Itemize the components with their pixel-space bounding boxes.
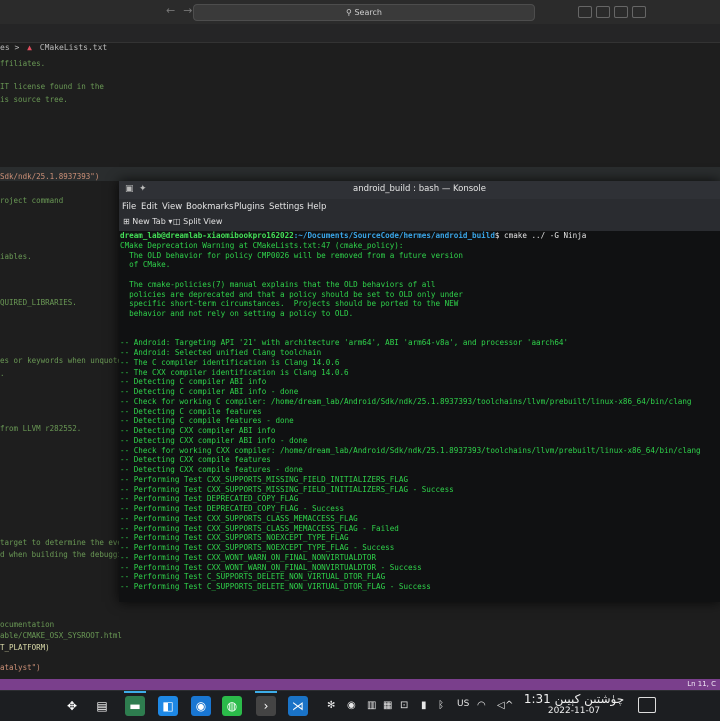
wechat-icon[interactable]: ◍ (222, 696, 242, 716)
code-line: from LLVM r282552. (0, 424, 82, 433)
menu-file[interactable]: File (122, 202, 136, 212)
volume-icon[interactable]: ◁ (497, 700, 505, 712)
code-line: roject command (0, 196, 64, 205)
terminal-line: -- Detecting CXX compiler ABI info - don… (120, 435, 308, 445)
split-view-label: Split View (183, 217, 223, 226)
code-line: ffiliates. (0, 59, 46, 68)
wifi-icon[interactable]: ◠ (477, 700, 486, 712)
code-line: . (0, 369, 5, 378)
terminal-line: -- Check for working C compiler: /home/d… (120, 396, 692, 406)
edge-icon[interactable]: ◉ (191, 696, 211, 716)
code-line: target to determine the eve (0, 538, 122, 547)
terminal-line: -- Detecting CXX compile features - done (120, 465, 303, 474)
terminal-line: -- Detecting C compile features - done (120, 416, 294, 426)
prompt-user-host: dream_lab@dreamlab-xiaomibookpro162022 (120, 231, 294, 240)
network-share-tray-icon[interactable]: ⊡ (400, 700, 408, 712)
code-line: T_PLATFORM) (0, 643, 50, 652)
task-manager-icon[interactable]: ▤ (92, 696, 112, 716)
konsole-titlebar[interactable]: ▣ ✦ android_build : bash — Konsole (119, 181, 720, 199)
terminal-line: -- Performing Test DEPRECATED_COPY_FLAG … (120, 504, 345, 513)
terminal-line: -- Performing Test CXX_SUPPORTS_MISSING_… (120, 474, 409, 484)
terminal-line: -- Performing Test CXX_WONT_WARN_ON_FINA… (120, 552, 377, 562)
new-tab-label: New Tab (132, 217, 166, 226)
terminal-line: -- Performing Test C_SUPPORTS_DELETE_NON… (120, 572, 386, 582)
window-title: android_build : bash — Konsole (353, 184, 486, 194)
menu-help[interactable]: Help (307, 202, 326, 212)
menu-plugins[interactable]: Plugins (234, 202, 264, 212)
vscode-statusbar: Ln 11, C (0, 679, 720, 690)
terminal-line: -- Check for working CXX compiler: /home… (120, 445, 701, 455)
terminal-line: -- Performing Test CXX_SUPPORTS_CLASS_ME… (120, 513, 358, 523)
terminal-line: -- The C compiler identification is Clan… (120, 357, 340, 367)
tray-expand-icon[interactable]: ^ (505, 700, 513, 712)
terminal-line: -- Performing Test CXX_WONT_WARN_ON_FINA… (120, 562, 422, 572)
terminal-line: -- Performing Test CXX_SUPPORTS_CLASS_ME… (120, 523, 399, 533)
split-view-icon: ◫ (173, 217, 181, 226)
terminal-line: -- Detecting CXX compile features (120, 455, 271, 465)
menu-bookmarks[interactable]: Bookmarks (186, 202, 234, 212)
terminal-line: -- Detecting C compile features (120, 406, 262, 416)
terminal-line: -- Detecting C compiler ABI info (120, 377, 267, 387)
clipboard-tray-icon[interactable]: ▥ (367, 700, 376, 712)
terminal-line: The OLD behavior for policy CMP0026 will… (120, 250, 463, 260)
menu-settings[interactable]: Settings (269, 202, 304, 212)
show-desktop-button[interactable] (638, 697, 656, 713)
terminal-line: CMake Deprecation Warning at CMakeLists.… (120, 240, 404, 250)
code-line: able/CMAKE_OSX_SYSROOT.html (0, 631, 122, 640)
terminal-line: -- Performing Test CXX_SUPPORTS_NOEXCEPT… (120, 543, 395, 552)
terminal-line: -- Android: Targeting API '21' with arch… (120, 338, 569, 348)
bluetooth-tray-icon[interactable]: ✻ (327, 700, 335, 712)
terminal-line: -- Detecting CXX compiler ABI info (120, 426, 276, 435)
bluetooth-icon[interactable]: ᛒ (438, 700, 444, 712)
code-line: QUIRED_LIBRARIES. (0, 298, 77, 307)
menubar: File Edit View Bookmarks Plugins Setting… (119, 199, 720, 215)
dropdown-icon[interactable]: ▾ (168, 217, 172, 226)
prompt-path: :~/Documents/SourceCode/hermes/android_b… (293, 231, 495, 240)
cursor-position[interactable]: Ln 11, C (687, 679, 716, 690)
prompt-command: $ cmake ../ -G Ninja (494, 231, 587, 240)
active-task-indicator (255, 691, 277, 693)
code-line: iables. (0, 252, 32, 261)
code-line: ocumentation (0, 620, 55, 629)
menu-edit[interactable]: Edit (141, 202, 157, 212)
audio-tray-icon[interactable]: ◉ (347, 700, 356, 712)
code-line: es or keywords when unquoted (0, 356, 127, 365)
notes-tray-icon[interactable]: ▦ (383, 700, 392, 712)
terminal-line: -- Performing Test C_SUPPORTS_DELETE_NON… (120, 582, 431, 591)
clock-time[interactable]: 1:31 چۈشتىن كېيىن (518, 692, 630, 706)
konsole-window: ▣ ✦ android_build : bash — Konsole File … (119, 181, 720, 602)
terminal-line: of CMake. (120, 260, 171, 270)
konsole-icon[interactable]: › (256, 696, 276, 716)
terminal-line: -- The CXX compiler identification is Cl… (120, 367, 349, 377)
storage-tray-icon[interactable]: ▮ (421, 700, 427, 712)
terminal-line: -- Performing Test DEPRECATED_COPY_FLAG (120, 494, 299, 504)
new-tab-button[interactable]: ⊞ New Tab ▾ (123, 217, 172, 226)
terminal-line: behavior and not rely on setting a polic… (120, 309, 354, 318)
terminal-output[interactable]: dream_lab@dreamlab-xiaomibookpro162022:~… (119, 231, 720, 602)
app-launcher-icon[interactable]: ✥ (62, 696, 82, 716)
konsole-toolbar: ⊞ New Tab ▾ ◫ Split View (119, 215, 720, 232)
terminal-line: specific short-term circumstances. Proje… (120, 299, 459, 309)
code-line: atalyst") (0, 663, 41, 672)
code-line: IT license found in the (0, 82, 104, 91)
keyboard-layout[interactable]: US (457, 699, 469, 709)
code-line: is source tree. (0, 95, 68, 104)
terminal-line: -- Performing Test CXX_SUPPORTS_NOEXCEPT… (120, 533, 349, 543)
prompt-line: dream_lab@dreamlab-xiaomibookpro162022:~… (120, 231, 586, 240)
store-icon[interactable]: ◧ (158, 696, 178, 716)
menu-view[interactable]: View (162, 202, 182, 212)
vscode-icon[interactable]: ⋊ (288, 696, 308, 716)
terminal-line: The cmake-policies(7) manual explains th… (120, 279, 436, 289)
new-tab-icon: ⊞ (123, 217, 130, 226)
code-line: Sdk/ndk/25.1.8937393") (0, 172, 100, 181)
terminal-line: -- Detecting C compiler ABI info - done (120, 387, 299, 396)
code-line: d when building the debuggin (0, 550, 127, 559)
split-view-button[interactable]: ◫ Split View (173, 217, 222, 226)
terminal-line: -- Android: Selected unified Clang toolc… (120, 348, 322, 357)
terminal-line: -- Performing Test CXX_SUPPORTS_MISSING_… (120, 484, 454, 494)
files-icon[interactable]: ▬ (125, 696, 145, 716)
clock-date[interactable]: 2022-11-07 (518, 706, 630, 716)
terminal-line: policies are deprecated and that a polic… (120, 289, 463, 299)
active-task-indicator (124, 691, 146, 693)
